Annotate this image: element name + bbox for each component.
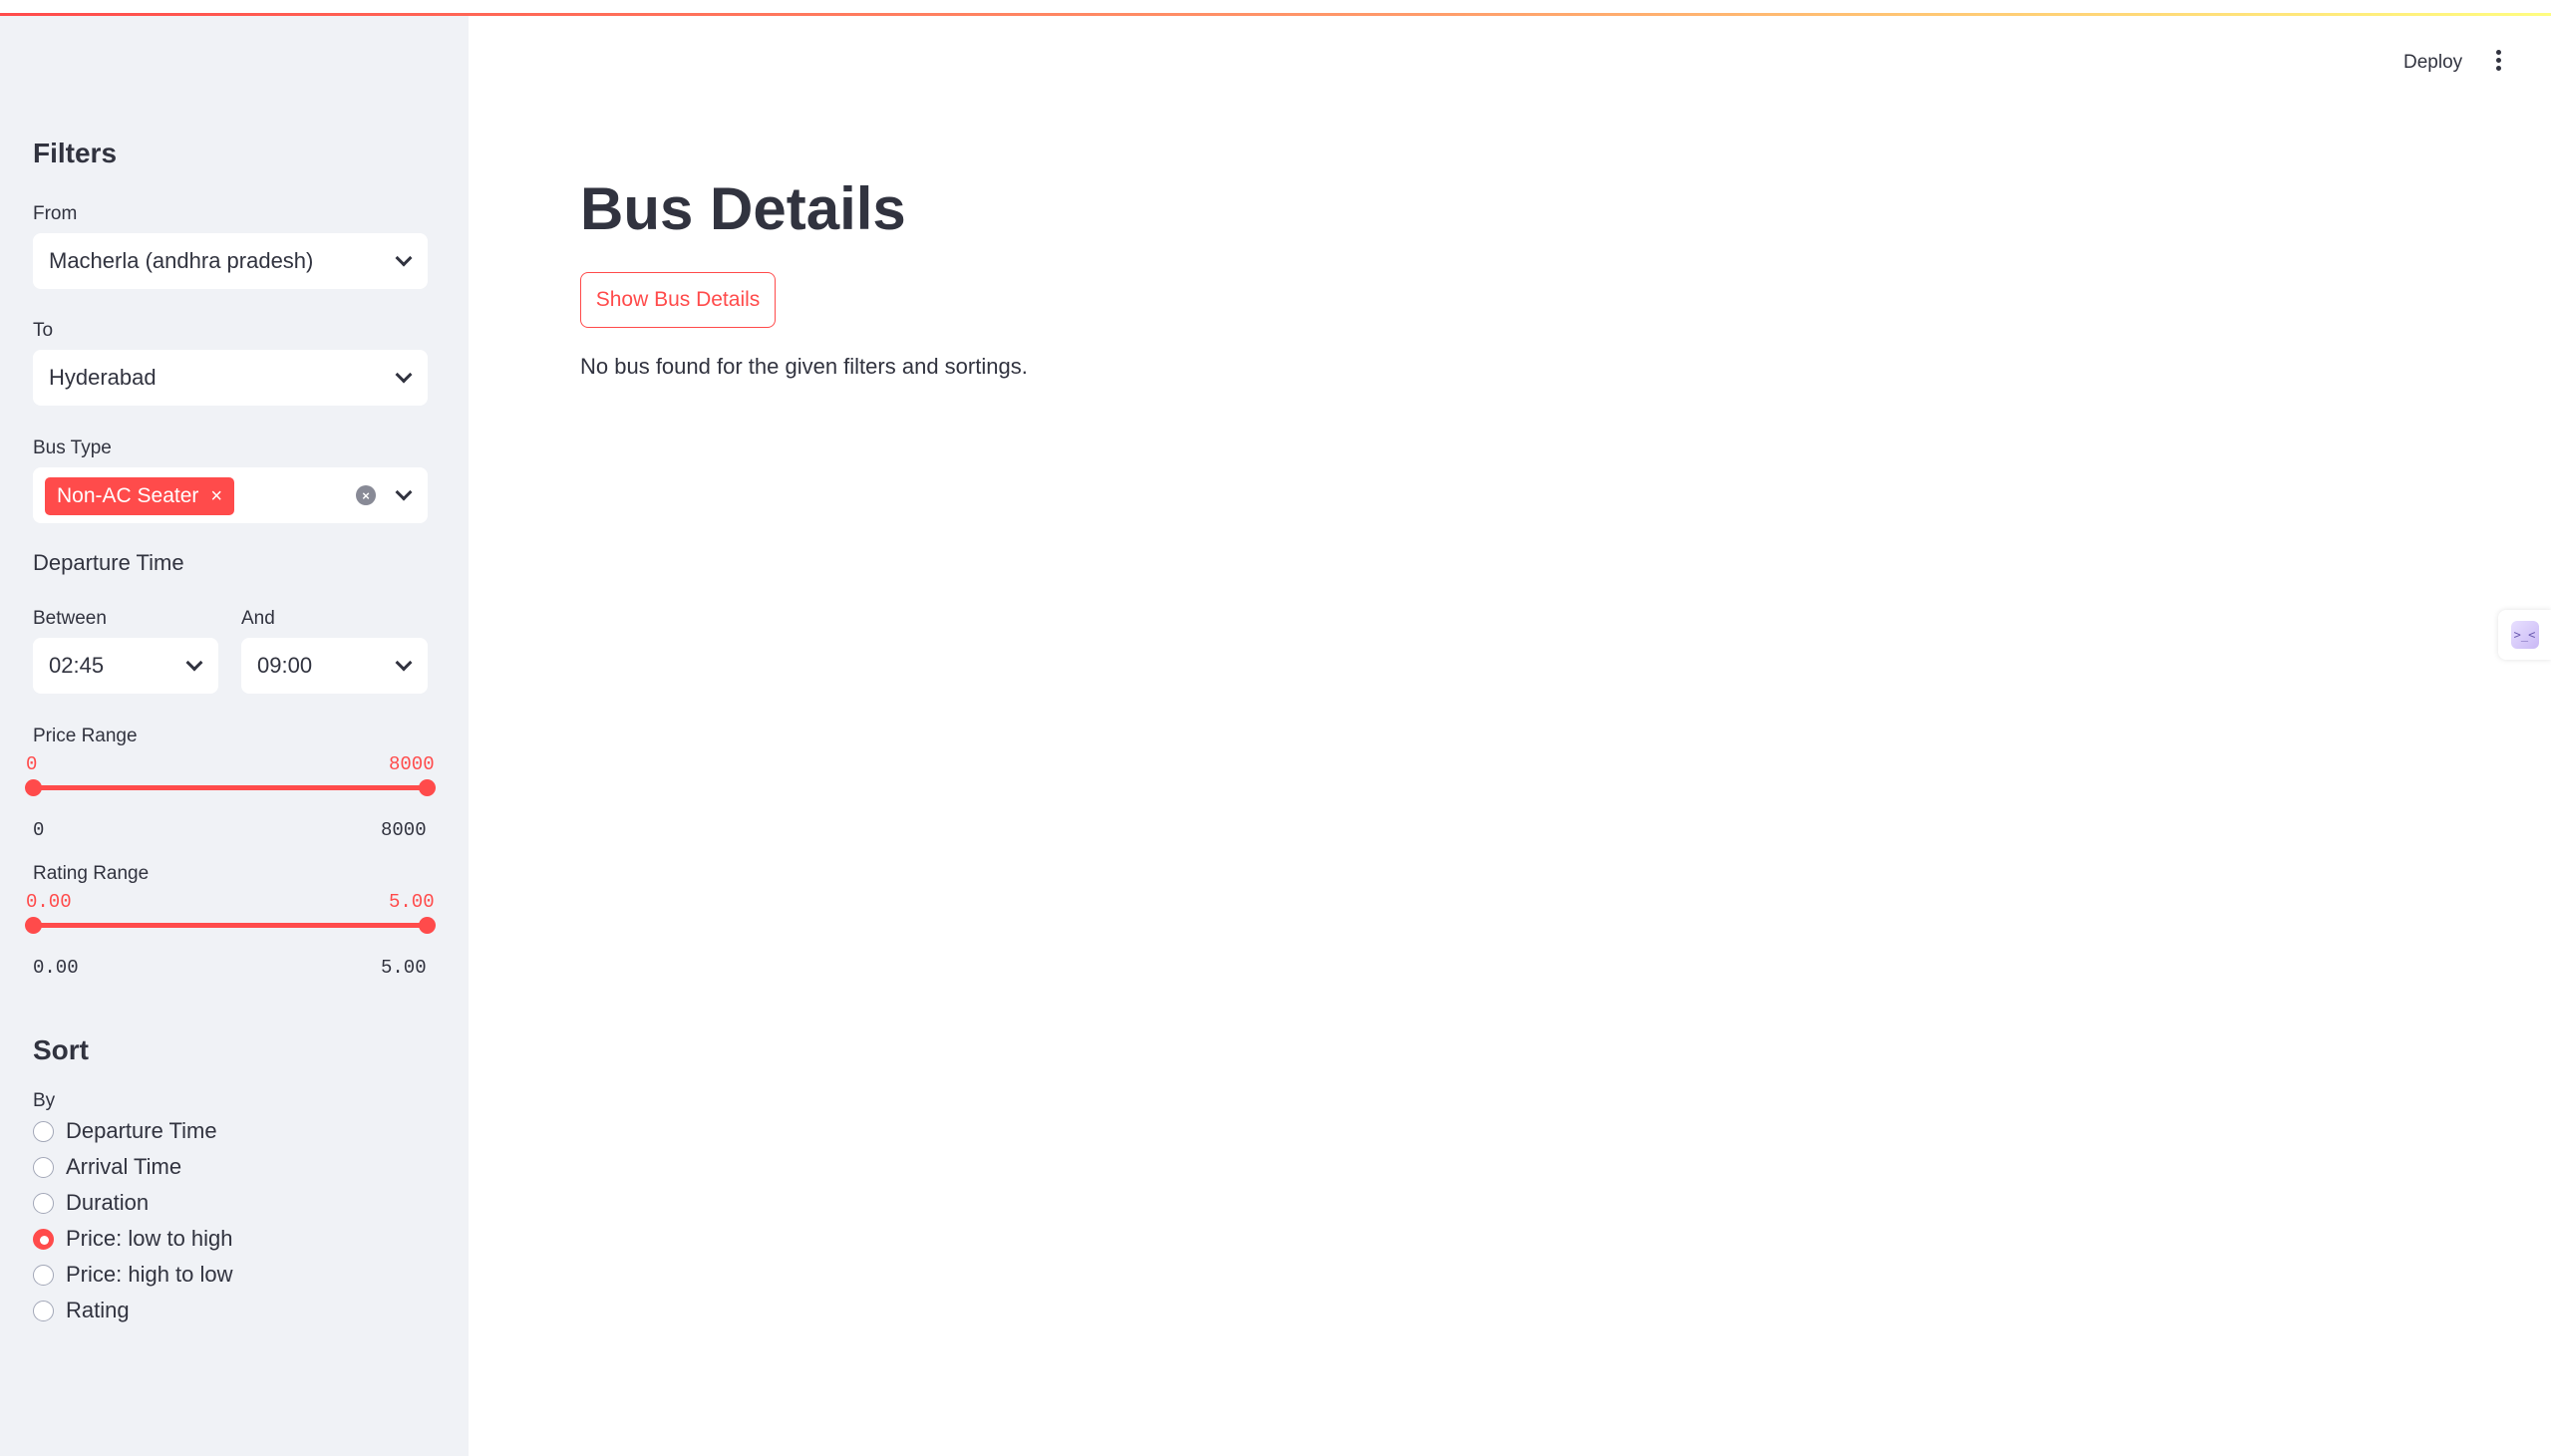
- sort-option-label: Rating: [66, 1298, 130, 1322]
- top-decoration-bar: [0, 0, 2551, 16]
- radio-button-selected[interactable]: [33, 1228, 54, 1250]
- sort-option-label: Departure Time: [66, 1118, 217, 1143]
- rating-slider-max-handle[interactable]: [419, 917, 436, 934]
- between-time-select[interactable]: 02:45: [33, 638, 218, 694]
- chevron-down-icon: [395, 654, 413, 672]
- radio-button[interactable]: [33, 1192, 54, 1214]
- sort-option-label: Duration: [66, 1190, 150, 1215]
- price-slider-min-handle[interactable]: [25, 779, 42, 796]
- tag-remove-icon[interactable]: ×: [210, 485, 222, 508]
- to-select[interactable]: Hyderabad: [33, 350, 428, 406]
- rating-slider-min-handle[interactable]: [25, 917, 42, 934]
- sort-option-duration[interactable]: Duration: [33, 1188, 149, 1218]
- deploy-button[interactable]: Deploy: [2403, 52, 2462, 74]
- sort-option-arrival-time[interactable]: Arrival Time: [33, 1152, 181, 1182]
- price-low-value: 0: [26, 753, 38, 775]
- sort-heading: Sort: [33, 1034, 89, 1065]
- rating-range-label: Rating Range: [33, 863, 150, 884]
- rating-low-value: 0.00: [26, 891, 72, 913]
- side-panel-toggle[interactable]: >_<: [2498, 610, 2551, 660]
- sort-option-departure-time[interactable]: Departure Time: [33, 1116, 217, 1146]
- price-slider-track[interactable]: [33, 785, 428, 790]
- bus-type-tag-label: Non-AC Seater: [57, 484, 199, 507]
- to-select-value: Hyderabad: [49, 365, 157, 390]
- bus-type-label: Bus Type: [33, 437, 112, 458]
- no-results-message: No bus found for the given filters and s…: [580, 354, 1028, 379]
- chevron-down-icon: [395, 249, 413, 267]
- and-time-select[interactable]: 09:00: [241, 638, 428, 694]
- chevron-down-icon: [395, 366, 413, 384]
- radio-button[interactable]: [33, 1300, 54, 1321]
- bus-type-multiselect[interactable]: Non-AC Seater × ×: [33, 467, 428, 523]
- sort-option-price-low-to-high[interactable]: Price: low to high: [33, 1224, 233, 1254]
- price-max-label: 8000: [381, 819, 427, 841]
- chevron-down-icon: [185, 654, 203, 672]
- chevron-down-icon[interactable]: [395, 483, 413, 501]
- sidebar: Filters From Macherla (andhra pradesh) T…: [0, 16, 469, 1456]
- rating-min-label: 0.00: [33, 957, 79, 979]
- price-slider-max-handle[interactable]: [419, 779, 436, 796]
- radio-button[interactable]: [33, 1264, 54, 1286]
- price-min-label: 0: [33, 819, 45, 841]
- rating-max-label: 5.00: [381, 957, 427, 979]
- clear-all-icon[interactable]: ×: [356, 485, 376, 505]
- and-time-value: 09:00: [257, 653, 313, 678]
- sort-option-rating[interactable]: Rating: [33, 1296, 130, 1325]
- sort-option-price-high-to-low[interactable]: Price: high to low: [33, 1260, 233, 1290]
- sort-option-label: Price: low to high: [66, 1226, 233, 1251]
- between-time-value: 02:45: [49, 653, 105, 678]
- page-title: Bus Details: [580, 175, 906, 242]
- bus-type-tag: Non-AC Seater ×: [45, 477, 235, 515]
- between-label: Between: [33, 608, 107, 629]
- price-range-label: Price Range: [33, 726, 138, 746]
- from-select[interactable]: Macherla (andhra pradesh): [33, 233, 428, 289]
- sort-by-label: By: [33, 1090, 56, 1111]
- from-select-value: Macherla (andhra pradesh): [49, 248, 314, 273]
- departure-time-heading: Departure Time: [33, 550, 184, 575]
- radio-button[interactable]: [33, 1120, 54, 1142]
- to-label: To: [33, 320, 54, 341]
- rating-high-value: 5.00: [389, 891, 435, 913]
- and-label: And: [241, 608, 275, 629]
- rating-slider-track[interactable]: [33, 923, 428, 928]
- price-high-value: 8000: [389, 753, 435, 775]
- from-label: From: [33, 203, 78, 224]
- code-icon: >_<: [2510, 621, 2539, 649]
- show-bus-details-button[interactable]: Show Bus Details: [580, 272, 776, 328]
- filters-heading: Filters: [33, 138, 118, 168]
- sort-option-label: Price: high to low: [66, 1262, 233, 1287]
- kebab-menu-icon[interactable]: [2492, 50, 2504, 76]
- sort-option-label: Arrival Time: [66, 1154, 182, 1179]
- radio-button[interactable]: [33, 1156, 54, 1178]
